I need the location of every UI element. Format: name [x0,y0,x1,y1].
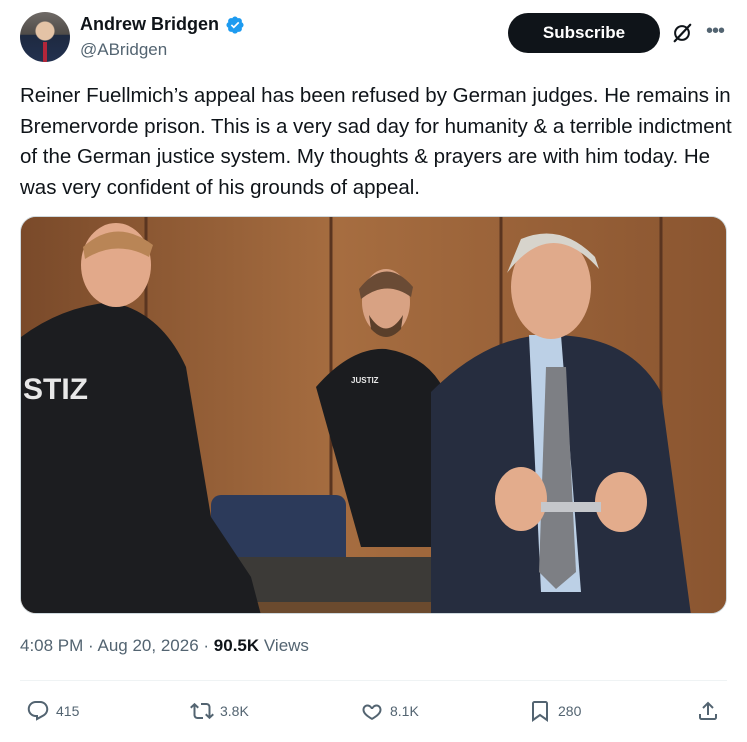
vest-text-left: STIZ [23,373,88,406]
repost-icon [190,702,214,720]
heart-icon [362,704,382,721]
bookmark-icon [532,701,548,722]
share-icon [699,701,717,720]
subscribe-button[interactable]: Subscribe [508,13,660,53]
reply-icon [27,701,49,721]
reply-count: 415 [56,703,80,719]
tweet-time[interactable]: 4:08 PM [20,636,83,655]
author-name-row: Andrew Bridgen [80,14,245,35]
author-handle[interactable]: @ABridgen [80,40,167,60]
reply-button[interactable]: 415 [26,697,79,725]
author-display-name[interactable]: Andrew Bridgen [80,14,219,35]
tweet-card: Andrew Bridgen @ABridgen Subscribe ••• R… [0,0,747,742]
bookmark-count: 280 [558,703,582,719]
bookmark-button[interactable]: 280 [528,697,581,725]
like-count: 8.1K [390,703,419,719]
meta-separator: · [203,636,214,655]
meta-separator: · [88,636,98,655]
grok-slash-icon[interactable] [671,22,693,44]
vest-text-center: JUSTIZ [351,376,379,385]
tweet-date[interactable]: Aug 20, 2026 [98,636,199,655]
tweet-text: Reiner Fuellmich’s appeal has been refus… [20,84,732,199]
repost-count: 3.8K [220,703,249,719]
tweet-photo[interactable]: STIZ JUSTIZ [20,216,727,614]
avatar[interactable] [20,12,70,62]
verified-badge-icon [226,15,244,34]
divider [20,680,727,681]
more-dots-icon[interactable]: ••• [704,20,726,42]
courtroom-photo: STIZ JUSTIZ [21,217,726,613]
views-count: 90.5K [213,636,260,655]
tweet-meta: 4:08 PM · Aug 20, 2026 · 90.5K Views [20,636,309,656]
share-button[interactable] [696,697,720,725]
repost-button[interactable]: 3.8K [190,697,249,725]
like-button[interactable]: 8.1K [360,697,419,725]
views-label: Views [263,636,309,655]
